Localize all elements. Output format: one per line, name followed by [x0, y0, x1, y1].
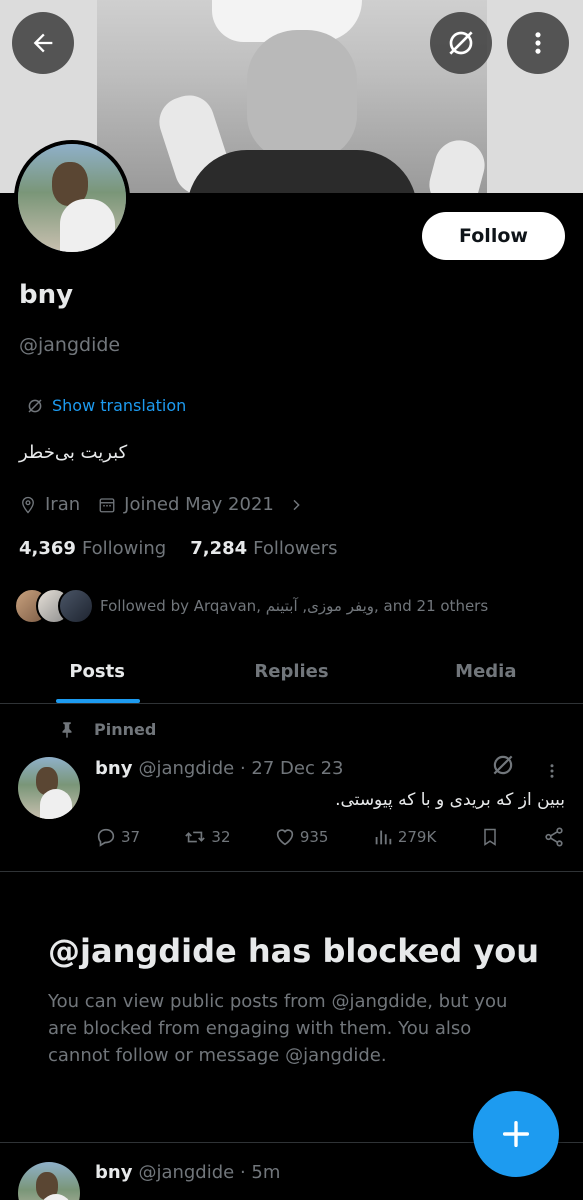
- more-vertical-icon[interactable]: [543, 760, 561, 782]
- compose-post-button[interactable]: [473, 1091, 559, 1177]
- profile-bio: کبریت بی‌خطر: [19, 442, 128, 463]
- bookmark-button[interactable]: [480, 826, 500, 848]
- views-button[interactable]: 279K: [372, 826, 436, 848]
- post-author-name[interactable]: bny: [95, 1162, 132, 1183]
- chevron-right-icon[interactable]: [288, 497, 304, 513]
- blocked-title: @jangdide has blocked you: [48, 932, 540, 970]
- followed-by-text: Followed by Arqavan, ویفر موزی, آبتینم, …: [100, 597, 489, 615]
- post-avatar[interactable]: [18, 757, 80, 819]
- post-author-handle: @jangdide · 5m: [138, 1162, 281, 1183]
- more-options-button[interactable]: [507, 12, 569, 74]
- following-label: Following: [81, 538, 167, 559]
- following-count: 4,369: [19, 538, 76, 559]
- post-author-handle: @jangdide · 27 Dec 23: [138, 758, 344, 779]
- show-translation-label: Show translation: [52, 396, 187, 415]
- more-vertical-icon: [535, 32, 541, 54]
- pinned-indicator: Pinned: [58, 719, 156, 739]
- back-button[interactable]: [12, 12, 74, 74]
- post-author-name[interactable]: bny: [95, 758, 132, 779]
- views-chart-icon: [375, 830, 392, 845]
- post-divider: [0, 871, 583, 872]
- translate-off-icon: [28, 398, 42, 413]
- like-count: 935: [299, 828, 329, 846]
- tab-posts[interactable]: Posts: [0, 640, 194, 703]
- plus-icon: [502, 1120, 530, 1148]
- pin-icon: [62, 722, 72, 738]
- banner-image: [97, 0, 491, 193]
- profile-handle: @jangdide: [19, 334, 121, 356]
- followed-by-row[interactable]: Followed by Arqavan, ویفر موزی, آبتینم, …: [14, 588, 488, 624]
- reply-button[interactable]: 37: [95, 826, 140, 848]
- translate-off-icon[interactable]: [490, 752, 516, 778]
- location-pin-icon: [22, 496, 34, 514]
- repost-count: 32: [211, 828, 231, 846]
- post-header: bny @jangdide · 5m: [95, 1162, 280, 1183]
- follower-avatar: [58, 588, 94, 624]
- followers-count-link[interactable]: 7,284 Followers: [190, 538, 337, 559]
- profile-avatar[interactable]: [14, 140, 130, 256]
- profile-joined: Joined May 2021: [124, 494, 274, 515]
- arrow-left-icon: [33, 33, 53, 53]
- reply-count: 37: [121, 828, 141, 846]
- profile-tabs: Posts Replies Media: [0, 640, 583, 704]
- followers-label: Followers: [253, 538, 338, 559]
- profile-location: Iran: [45, 494, 81, 515]
- heart-icon: [276, 829, 294, 846]
- like-button[interactable]: 935: [274, 826, 329, 848]
- followers-count: 7,284: [190, 538, 248, 559]
- calendar-icon: [99, 497, 115, 512]
- reply-icon: [97, 828, 115, 847]
- post-avatar[interactable]: [18, 1162, 80, 1200]
- following-count-link[interactable]: 4,369 Following: [19, 538, 166, 559]
- tab-media[interactable]: Media: [389, 640, 583, 703]
- follow-counts: 4,369 Following 7,284 Followers: [19, 538, 362, 559]
- post-header: bny @jangdide · 27 Dec 23: [95, 758, 343, 779]
- repost-icon: [185, 831, 206, 843]
- follow-button[interactable]: Follow: [422, 212, 565, 260]
- share-icon: [545, 827, 563, 847]
- profile-name: bny: [19, 280, 74, 310]
- profile-meta: Iran Joined May 2021: [19, 494, 322, 515]
- translate-off-button[interactable]: [430, 12, 492, 74]
- pinned-label: Pinned: [94, 719, 157, 739]
- translate-off-icon: [449, 31, 473, 55]
- show-translation-link[interactable]: Show translation: [26, 396, 186, 415]
- blocked-description: You can view public posts from @jangdide…: [48, 991, 508, 1066]
- post-actions: 37 32 935 279K: [95, 826, 565, 848]
- view-count: 279K: [397, 828, 437, 846]
- post-text: ببین از که بریدی و با که پیوستی.: [335, 790, 565, 810]
- tab-replies[interactable]: Replies: [194, 640, 388, 703]
- repost-button[interactable]: 32: [183, 826, 231, 848]
- bookmark-icon: [483, 828, 496, 846]
- share-button[interactable]: [543, 826, 565, 848]
